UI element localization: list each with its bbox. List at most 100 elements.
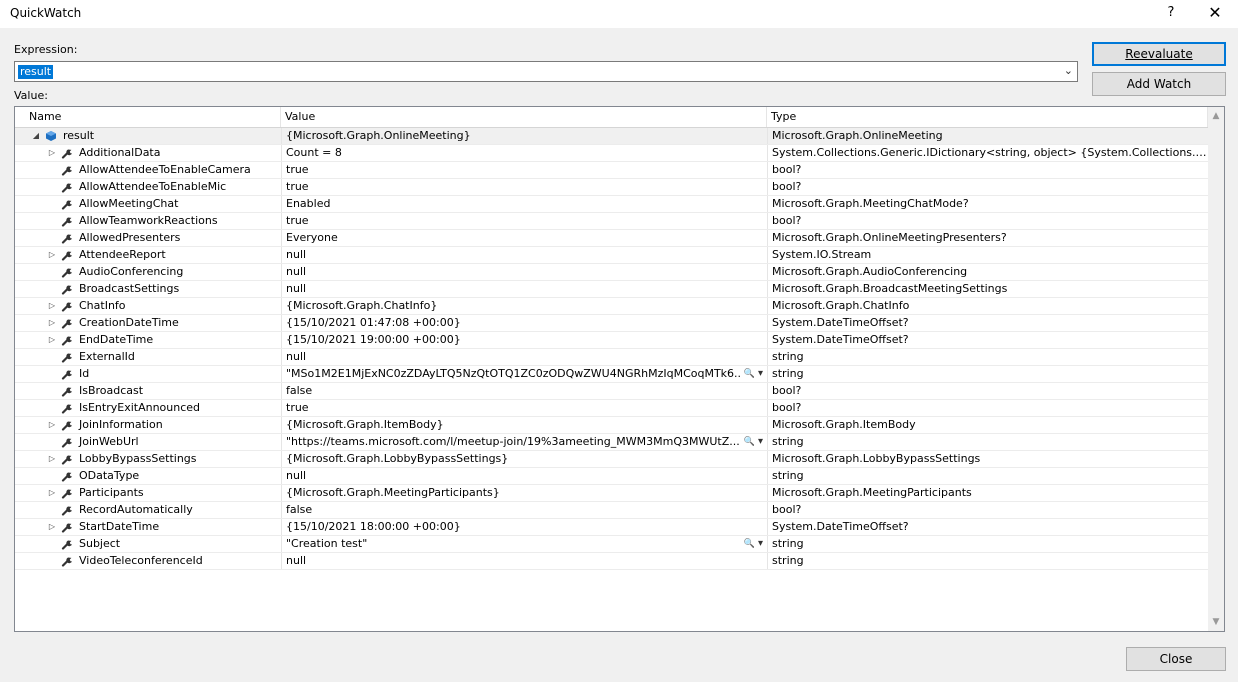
column-header-name[interactable]: Name — [25, 107, 281, 127]
value-cell[interactable]: null — [281, 264, 767, 280]
scroll-up-icon[interactable]: ▲ — [1208, 111, 1224, 121]
value-cell[interactable]: null — [281, 468, 767, 484]
expand-icon[interactable]: ▷ — [47, 451, 57, 467]
table-row[interactable]: ODataType null string — [15, 468, 1208, 485]
value-cell[interactable]: null — [281, 349, 767, 365]
expand-icon[interactable]: ▷ — [47, 298, 57, 314]
property-wrench-icon — [61, 521, 75, 533]
name-cell: AllowAttendeeToEnableMic — [15, 179, 281, 195]
visualizer-tools[interactable]: 🔍 ▾ — [741, 536, 763, 552]
table-row[interactable]: ◢ result {Microsoft.Graph.OnlineMeeting} Mi… — [15, 128, 1208, 145]
expand-icon[interactable]: ▷ — [47, 315, 57, 331]
value-cell[interactable]: {15/10/2021 18:00:00 +00:00} — [281, 519, 767, 535]
property-name: ODataType — [79, 469, 140, 482]
property-value: {15/10/2021 01:47:08 +00:00} — [286, 316, 461, 329]
value-cell[interactable]: "MSo1M2E1MjExNC0zZDAyLTQ5NzQtOTQ1ZC0zODQ… — [281, 366, 767, 382]
expand-icon[interactable]: ▷ — [47, 247, 57, 263]
table-row[interactable]: ExternalId null string — [15, 349, 1208, 366]
table-row[interactable]: ▷ ChatInfo {Microsoft.Graph.ChatInfo} Micro… — [15, 298, 1208, 315]
expand-icon[interactable]: ▷ — [47, 332, 57, 348]
value-cell[interactable]: Enabled — [281, 196, 767, 212]
property-name: ExternalId — [79, 350, 135, 363]
table-row[interactable]: Id "MSo1M2E1MjExNC0zZDAyLTQ5NzQtOTQ1ZC0zO… — [15, 366, 1208, 383]
close-window-button[interactable]: ✕ — [1204, 2, 1226, 24]
value-cell[interactable]: Everyone — [281, 230, 767, 246]
reevaluate-button[interactable]: Reevaluate — [1092, 42, 1226, 66]
value-cell[interactable]: true — [281, 213, 767, 229]
visualizer-tools[interactable]: 🔍 ▾ — [741, 434, 763, 450]
table-row[interactable]: BroadcastSettings null Microsoft.Graph.Bro… — [15, 281, 1208, 298]
property-name: AllowMeetingChat — [79, 197, 179, 210]
vertical-scrollbar[interactable]: ▲ ▼ — [1208, 107, 1224, 631]
dropdown-arrow-icon[interactable]: ▾ — [755, 368, 763, 379]
value-cell[interactable]: true — [281, 179, 767, 195]
table-row[interactable]: JoinWebUrl "https://teams.microsoft.com/l… — [15, 434, 1208, 451]
table-row[interactable]: ▷ JoinInformation {Microsoft.Graph.ItemBod… — [15, 417, 1208, 434]
table-row[interactable]: RecordAutomatically false bool? — [15, 502, 1208, 519]
expression-input[interactable]: result — [18, 65, 54, 79]
value-cell[interactable]: {Microsoft.Graph.ChatInfo} — [281, 298, 767, 314]
value-cell[interactable]: null — [281, 281, 767, 297]
grid-rows: ◢ result {Microsoft.Graph.OnlineMeeting} Mi… — [15, 128, 1208, 570]
table-row[interactable]: ▷ EndDateTime {15/10/2021 19:00:00 +00:00}… — [15, 332, 1208, 349]
expand-icon[interactable]: ▷ — [47, 145, 57, 161]
magnifier-icon[interactable]: 🔍 — [744, 437, 755, 447]
value-cell[interactable]: true — [281, 400, 767, 416]
table-row[interactable]: VideoTeleconferenceId null string — [15, 553, 1208, 570]
collapse-icon[interactable]: ◢ — [31, 128, 41, 144]
property-wrench-icon — [61, 300, 75, 312]
dropdown-arrow-icon[interactable]: ▾ — [755, 538, 763, 549]
table-row[interactable]: ▷ AdditionalData Count = 8 System.Collectio… — [15, 145, 1208, 162]
help-button[interactable]: ? — [1160, 2, 1182, 24]
table-row[interactable]: ▷ AttendeeReport null System.IO.Stream — [15, 247, 1208, 264]
column-header-value[interactable]: Value — [281, 107, 767, 127]
close-label: Close — [1159, 652, 1193, 666]
value-cell[interactable]: false — [281, 383, 767, 399]
value-cell[interactable]: true — [281, 162, 767, 178]
table-row[interactable]: ▷ CreationDateTime {15/10/2021 01:47:08 +0… — [15, 315, 1208, 332]
table-row[interactable]: AudioConferencing null Microsoft.Graph.Aud… — [15, 264, 1208, 281]
value-cell[interactable]: {Microsoft.Graph.OnlineMeeting} — [281, 128, 767, 144]
value-cell[interactable]: {15/10/2021 19:00:00 +00:00} — [281, 332, 767, 348]
property-name: AllowTeamworkReactions — [79, 214, 218, 227]
table-row[interactable]: IsBroadcast false bool? — [15, 383, 1208, 400]
value-cell[interactable]: {15/10/2021 01:47:08 +00:00} — [281, 315, 767, 331]
table-row[interactable]: AllowTeamworkReactions true bool? — [15, 213, 1208, 230]
expand-icon[interactable]: ▷ — [47, 519, 57, 535]
table-row[interactable]: AllowedPresenters Everyone Microsoft.Graph… — [15, 230, 1208, 247]
property-value: null — [286, 350, 307, 363]
visualizer-tools[interactable]: 🔍 ▾ — [741, 366, 763, 382]
value-cell[interactable]: {Microsoft.Graph.MeetingParticipants} — [281, 485, 767, 501]
value-cell[interactable]: null — [281, 553, 767, 569]
property-wrench-icon — [61, 334, 75, 346]
expand-icon[interactable]: ▷ — [47, 485, 57, 501]
close-button[interactable]: Close — [1126, 647, 1226, 671]
value-cell[interactable]: false — [281, 502, 767, 518]
value-cell[interactable]: null — [281, 247, 767, 263]
value-cell[interactable]: "https://teams.microsoft.com/l/meetup-jo… — [281, 434, 767, 450]
property-value: {Microsoft.Graph.ChatInfo} — [286, 299, 438, 312]
magnifier-icon[interactable]: 🔍 — [744, 369, 755, 379]
column-header-type[interactable]: Type — [767, 107, 1208, 127]
value-cell[interactable]: Count = 8 — [281, 145, 767, 161]
value-cell[interactable]: {Microsoft.Graph.ItemBody} — [281, 417, 767, 433]
value-cell[interactable]: "Creation test" 🔍 ▾ — [281, 536, 767, 552]
expression-combobox[interactable]: result ⌄ — [14, 61, 1078, 82]
value-grid[interactable]: Name Value Type ◢ result {Microsoft.Graph.… — [14, 106, 1225, 632]
table-row[interactable]: ▷ StartDateTime {15/10/2021 18:00:00 +00:0… — [15, 519, 1208, 536]
type-cell: bool? — [767, 400, 1208, 416]
table-row[interactable]: AllowMeetingChat Enabled Microsoft.Graph.M… — [15, 196, 1208, 213]
table-row[interactable]: IsEntryExitAnnounced true bool? — [15, 400, 1208, 417]
add-watch-button[interactable]: Add Watch — [1092, 72, 1226, 96]
magnifier-icon[interactable]: 🔍 — [744, 539, 755, 549]
expand-icon[interactable]: ▷ — [47, 417, 57, 433]
chevron-down-icon[interactable]: ⌄ — [1064, 64, 1073, 77]
table-row[interactable]: AllowAttendeeToEnableMic true bool? — [15, 179, 1208, 196]
value-cell[interactable]: {Microsoft.Graph.LobbyBypassSettings} — [281, 451, 767, 467]
table-row[interactable]: Subject "Creation test" 🔍 ▾ string — [15, 536, 1208, 553]
table-row[interactable]: ▷ LobbyBypassSettings {Microsoft.Graph.Lob… — [15, 451, 1208, 468]
table-row[interactable]: ▷ Participants {Microsoft.Graph.MeetingPar… — [15, 485, 1208, 502]
scroll-down-icon[interactable]: ▼ — [1208, 617, 1224, 627]
dropdown-arrow-icon[interactable]: ▾ — [755, 436, 763, 447]
table-row[interactable]: AllowAttendeeToEnableCamera true bool? — [15, 162, 1208, 179]
